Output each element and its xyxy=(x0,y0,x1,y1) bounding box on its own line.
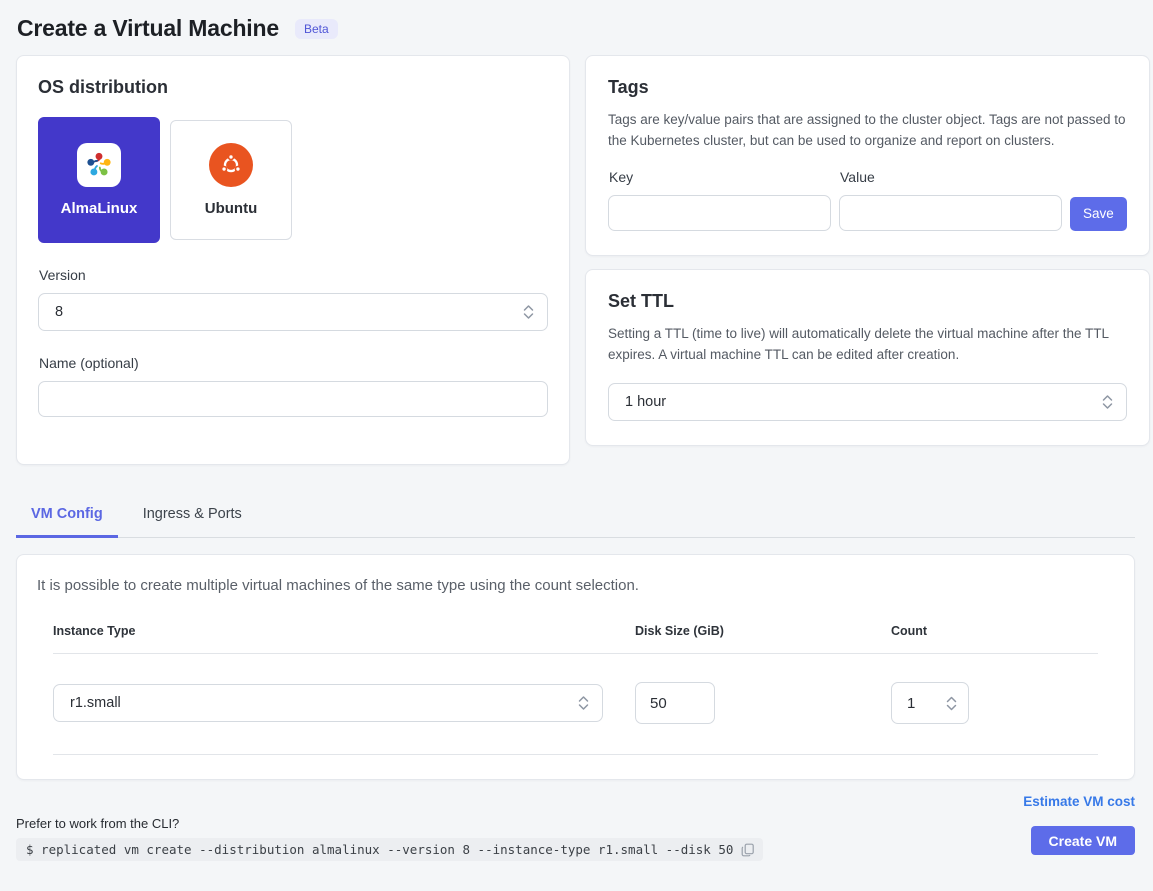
top-cards: OS distribution xyxy=(16,55,1135,465)
disk-size-cell xyxy=(635,682,891,724)
instance-type-select[interactable]: r1.small xyxy=(53,684,603,722)
tags-description: Tags are key/value pairs that are assign… xyxy=(608,110,1127,152)
vm-table: Instance Type Disk Size (GiB) Count r1.s… xyxy=(53,624,1098,755)
column-instance-type: Instance Type xyxy=(53,624,635,638)
os-option-label: AlmaLinux xyxy=(61,200,138,217)
page-title: Create a Virtual Machine xyxy=(17,15,279,42)
tag-key-input[interactable] xyxy=(608,195,831,231)
os-card-title: OS distribution xyxy=(38,77,548,98)
tag-key-field: Key xyxy=(608,169,831,231)
count-cell: 1 xyxy=(891,682,1098,724)
chevron-updown-icon xyxy=(946,695,957,712)
almalinux-logo-icon xyxy=(77,143,121,187)
count-stepper[interactable]: 1 xyxy=(891,682,969,724)
ttl-description: Setting a TTL (time to live) will automa… xyxy=(608,324,1127,366)
os-option-label: Ubuntu xyxy=(205,200,257,217)
tag-key-value-row: Key Value Save xyxy=(608,169,1127,231)
version-label: Version xyxy=(39,267,548,283)
ubuntu-logo-icon xyxy=(209,143,253,187)
ttl-select-value: 1 hour xyxy=(625,394,666,410)
os-distribution-card: OS distribution xyxy=(16,55,570,465)
os-option-almalinux[interactable]: AlmaLinux xyxy=(38,117,160,243)
set-ttl-card: Set TTL Setting a TTL (time to live) wil… xyxy=(585,269,1150,446)
tag-key-label: Key xyxy=(609,169,831,185)
vm-table-header: Instance Type Disk Size (GiB) Count xyxy=(53,624,1098,654)
beta-badge: Beta xyxy=(295,19,338,39)
config-tabs: VM Config Ingress & Ports xyxy=(16,497,1135,538)
cli-command-text: $ replicated vm create --distribution al… xyxy=(26,842,733,857)
footer-row: Prefer to work from the CLI? $ replicate… xyxy=(16,816,1135,861)
tab-ingress-ports[interactable]: Ingress & Ports xyxy=(128,497,257,538)
column-count: Count xyxy=(891,624,1098,638)
copy-icon[interactable] xyxy=(741,843,755,857)
ttl-select[interactable]: 1 hour xyxy=(608,383,1127,421)
chevron-updown-icon xyxy=(1102,393,1113,410)
page-header: Create a Virtual Machine Beta xyxy=(16,0,1135,55)
cli-prompt-label: Prefer to work from the CLI? xyxy=(16,816,763,831)
column-disk-size: Disk Size (GiB) xyxy=(635,624,891,638)
chevron-updown-icon xyxy=(578,695,589,712)
instance-type-value: r1.small xyxy=(70,695,121,711)
version-select[interactable]: 8 xyxy=(38,293,548,331)
instance-type-cell: r1.small xyxy=(53,684,635,722)
estimate-vm-cost-link[interactable]: Estimate VM cost xyxy=(1023,794,1135,809)
right-column: Tags Tags are key/value pairs that are a… xyxy=(585,55,1150,446)
name-label: Name (optional) xyxy=(39,355,548,371)
disk-size-input[interactable] xyxy=(635,682,715,724)
cli-block: Prefer to work from the CLI? $ replicate… xyxy=(16,816,763,861)
vm-config-card: It is possible to create multiple virtua… xyxy=(16,554,1135,780)
chevron-updown-icon xyxy=(523,304,534,321)
count-value: 1 xyxy=(907,695,915,712)
tags-card: Tags Tags are key/value pairs that are a… xyxy=(585,55,1150,256)
version-select-value: 8 xyxy=(55,304,63,320)
tags-card-title: Tags xyxy=(608,77,1127,98)
tab-vm-config[interactable]: VM Config xyxy=(16,497,118,538)
vm-table-row: r1.small 1 xyxy=(53,654,1098,755)
create-vm-button[interactable]: Create VM xyxy=(1031,826,1135,855)
tag-value-label: Value xyxy=(840,169,1062,185)
create-vm-page: Create a Virtual Machine Beta OS distrib… xyxy=(0,0,1153,861)
save-tag-button[interactable]: Save xyxy=(1070,197,1127,231)
name-input[interactable] xyxy=(38,381,548,417)
os-option-ubuntu[interactable]: Ubuntu xyxy=(170,120,292,240)
vm-config-description: It is possible to create multiple virtua… xyxy=(37,577,1114,594)
os-options: AlmaLinux Ubuntu xyxy=(38,117,548,243)
estimate-row: Estimate VM cost xyxy=(16,794,1135,809)
tag-value-field: Value xyxy=(839,169,1062,231)
cli-command-block: $ replicated vm create --distribution al… xyxy=(16,838,763,861)
ttl-card-title: Set TTL xyxy=(608,291,1127,312)
tag-value-input[interactable] xyxy=(839,195,1062,231)
